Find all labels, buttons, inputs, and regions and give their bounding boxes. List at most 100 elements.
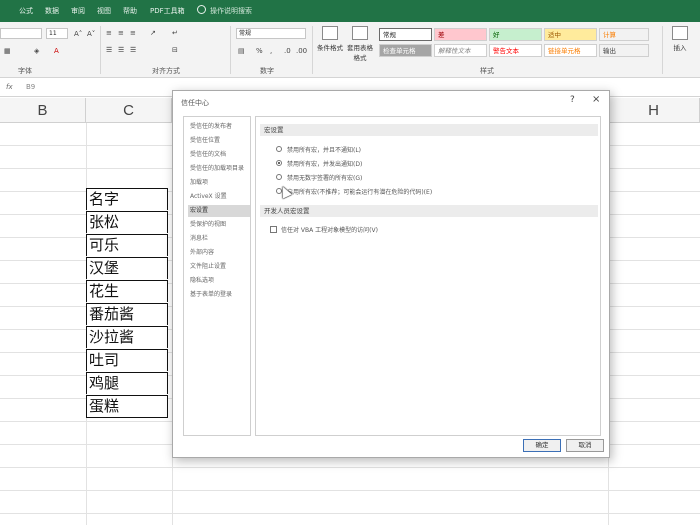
group-label-number: 数字 xyxy=(260,67,274,75)
decrease-decimal-icon[interactable]: .00 xyxy=(296,47,307,55)
radio-disable-unsigned[interactable] xyxy=(276,174,282,180)
radio-disable-with-notify[interactable] xyxy=(276,160,282,166)
ok-button[interactable]: 确定 xyxy=(523,439,561,452)
comma-icon[interactable]: , xyxy=(270,47,272,55)
cell-c-9[interactable]: 蛋糕 xyxy=(86,395,168,418)
style-normal[interactable]: 常规 xyxy=(379,28,432,41)
align-left-icon[interactable]: ☰ xyxy=(106,46,112,54)
orientation-icon[interactable]: ↗ xyxy=(150,29,156,37)
tell-me-search[interactable]: 操作说明搜索 xyxy=(210,6,252,16)
conditional-format-button[interactable]: 条件格式 xyxy=(316,26,344,52)
nav-file-block-settings[interactable]: 文件阻止设置 xyxy=(188,261,250,273)
percent-icon[interactable]: % xyxy=(256,47,263,55)
grid-row-line xyxy=(0,490,700,491)
grid-row-line xyxy=(0,467,700,468)
cell-c-6[interactable]: 沙拉酱 xyxy=(86,326,168,348)
nav-trusted-addin-catalogs[interactable]: 受信任的加载项目录 xyxy=(188,163,250,175)
developer-macro-header: 开发人员宏设置 xyxy=(260,205,598,217)
ribbon: 11 A˄ A˅ ▦ ◈ A 字体 ≡ ≡ ≡ ↗ ↵ ☰ ☰ ☰ ⊟ 对齐方式… xyxy=(0,22,700,78)
style-warning[interactable]: 警告文本 xyxy=(489,44,542,57)
nav-trusted-publishers[interactable]: 受信任的发布者 xyxy=(188,121,250,133)
cancel-button[interactable]: 取消 xyxy=(566,439,604,452)
label-trust-vba: 信任对 VBA 工程对象模型的访问(V) xyxy=(281,227,378,234)
nav-form-based-signin[interactable]: 基于表单的登录 xyxy=(188,289,250,301)
nav-trusted-documents[interactable]: 受信任的文档 xyxy=(188,149,250,161)
increase-decimal-icon[interactable]: .0 xyxy=(284,47,291,55)
label-disable-no-notify: 禁用所有宏，并且不通知(L) xyxy=(287,147,362,154)
grow-font-icon[interactable]: A˄ xyxy=(74,30,82,38)
cell-c-1[interactable]: 张松 xyxy=(86,211,168,233)
cell-c-5[interactable]: 番茄酱 xyxy=(86,303,168,325)
style-output[interactable]: 输出 xyxy=(599,44,649,57)
radio-disable-no-notify[interactable] xyxy=(276,146,282,152)
table-format-icon xyxy=(352,26,368,40)
nav-protected-view[interactable]: 受保护的视图 xyxy=(188,219,250,231)
nav-message-bar[interactable]: 消息栏 xyxy=(188,233,250,245)
label-enable-all: 启用所有宏(不推荐；可能会运行有潜在危险的代码)(E) xyxy=(287,189,433,196)
table-format-button[interactable]: 套用表格格式 xyxy=(345,26,375,62)
cell-c-header[interactable]: 名字 xyxy=(86,188,168,210)
tab-review[interactable]: 审阅 xyxy=(71,6,85,16)
checkbox-trust-vba[interactable] xyxy=(270,226,277,233)
tab-view[interactable]: 视图 xyxy=(97,6,111,16)
merge-center-icon[interactable]: ⊟ xyxy=(172,46,178,54)
font-size-box[interactable]: 11 xyxy=(46,28,68,39)
style-linked-cell[interactable]: 链接单元格 xyxy=(544,44,597,57)
cell-c-2[interactable]: 可乐 xyxy=(86,234,168,256)
nav-macro-settings[interactable]: 宏设置 xyxy=(188,205,250,217)
insert-cells-button[interactable]: 插入 xyxy=(666,26,694,52)
trust-center-nav: 受信任的发布者 受信任位置 受信任的文档 受信任的加载项目录 加载项 Activ… xyxy=(183,116,251,436)
fill-color-icon[interactable]: ◈ xyxy=(34,47,39,55)
fx-icon[interactable]: fx xyxy=(6,83,13,91)
align-middle-icon[interactable]: ≡ xyxy=(118,29,124,37)
cell-c-8[interactable]: 鸡腿 xyxy=(86,372,168,394)
accounting-icon[interactable]: ▤ xyxy=(238,47,245,55)
group-label-styles: 样式 xyxy=(480,67,494,75)
trust-center-dialog: 信任中心 ? × 受信任的发布者 受信任位置 受信任的文档 受信任的加载项目录 … xyxy=(172,90,610,458)
column-header-c[interactable]: C xyxy=(86,98,172,123)
tab-pdf-toolbox[interactable]: PDF工具箱 xyxy=(150,6,185,16)
cell-c-7[interactable]: 吐司 xyxy=(86,349,168,371)
font-color-icon[interactable]: A xyxy=(54,47,59,55)
border-icon[interactable]: ▦ xyxy=(4,47,11,55)
formula-content[interactable]: B9 xyxy=(26,83,35,91)
insert-cells-icon xyxy=(672,26,688,40)
style-good[interactable]: 好 xyxy=(489,28,542,41)
column-header-h[interactable]: H xyxy=(608,98,700,123)
number-format-box[interactable]: 常规 xyxy=(236,28,306,39)
help-icon[interactable]: ? xyxy=(570,95,575,105)
align-top-icon[interactable]: ≡ xyxy=(106,29,112,37)
wrap-text-icon[interactable]: ↵ xyxy=(172,29,178,37)
search-icon[interactable] xyxy=(197,5,206,14)
nav-addins[interactable]: 加载项 xyxy=(188,177,250,189)
tab-data[interactable]: 数据 xyxy=(45,6,59,16)
align-bottom-icon[interactable]: ≡ xyxy=(130,29,136,37)
style-check-cell[interactable]: 检查单元格 xyxy=(379,44,432,57)
group-label-alignment: 对齐方式 xyxy=(152,67,180,75)
nav-external-content[interactable]: 外部内容 xyxy=(188,247,250,259)
label-disable-with-notify: 禁用所有宏，并发出通知(D) xyxy=(287,161,363,168)
tab-formulas[interactable]: 公式 xyxy=(19,6,33,16)
nav-activex-settings[interactable]: ActiveX 设置 xyxy=(188,191,250,203)
shrink-font-icon[interactable]: A˅ xyxy=(87,30,95,38)
cell-c-4[interactable]: 花生 xyxy=(86,280,168,302)
macro-settings-pane: 宏设置 禁用所有宏，并且不通知(L) 禁用所有宏，并发出通知(D) 禁用无数字签… xyxy=(255,116,601,436)
macro-settings-header: 宏设置 xyxy=(260,124,598,136)
nav-trusted-locations[interactable]: 受信任位置 xyxy=(188,135,250,147)
close-icon[interactable]: × xyxy=(592,94,600,105)
label-disable-unsigned: 禁用无数字签署的所有宏(G) xyxy=(287,175,363,182)
tab-help[interactable]: 帮助 xyxy=(123,6,137,16)
style-neutral[interactable]: 适中 xyxy=(544,28,597,41)
align-right-icon[interactable]: ☰ xyxy=(130,46,136,54)
style-explanatory[interactable]: 解释性文本 xyxy=(434,44,487,57)
conditional-format-icon xyxy=(322,26,338,40)
style-calculation[interactable]: 计算 xyxy=(599,28,649,41)
align-center-icon[interactable]: ☰ xyxy=(118,46,124,54)
style-bad[interactable]: 差 xyxy=(434,28,487,41)
grid-row-line xyxy=(0,513,700,514)
column-header-b[interactable]: B xyxy=(0,98,86,123)
ribbon-tab-bar: 公式 数据 审阅 视图 帮助 PDF工具箱 操作说明搜索 xyxy=(0,0,700,22)
cell-c-3[interactable]: 汉堡 xyxy=(86,257,168,279)
nav-privacy-options[interactable]: 隐私选项 xyxy=(188,275,250,287)
font-name-box[interactable] xyxy=(0,28,42,39)
